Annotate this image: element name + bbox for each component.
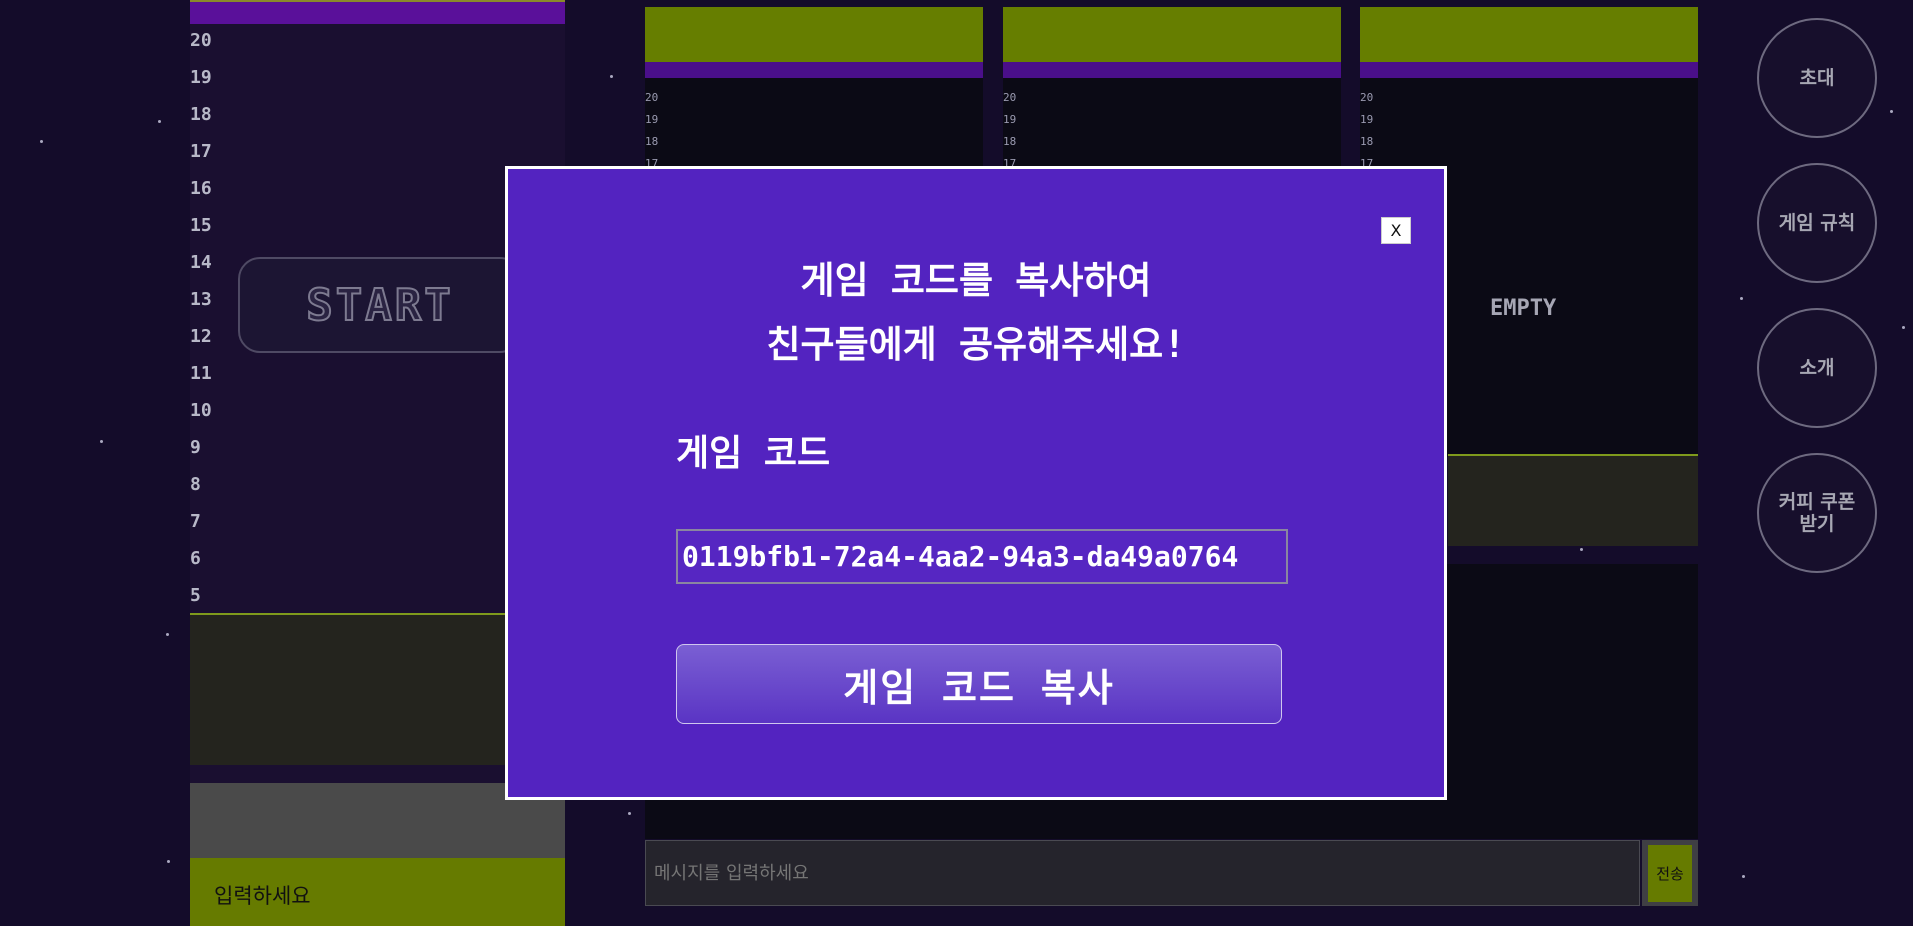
modal-title-line-2: 친구들에게 공유해주세요! — [766, 323, 1186, 366]
close-button[interactable]: X — [1381, 217, 1411, 244]
game-code-field[interactable] — [676, 529, 1288, 584]
modal-title: 게임 코드를 복사하여 친구들에게 공유해주세요! — [508, 249, 1444, 377]
share-code-modal: X 게임 코드를 복사하여 친구들에게 공유해주세요! 게임 코드 게임 코드 … — [505, 166, 1447, 800]
game-code-label: 게임 코드 — [676, 433, 831, 474]
copy-code-button[interactable]: 게임 코드 복사 — [676, 644, 1282, 724]
modal-title-line-1: 게임 코드를 복사하여 — [800, 259, 1152, 302]
